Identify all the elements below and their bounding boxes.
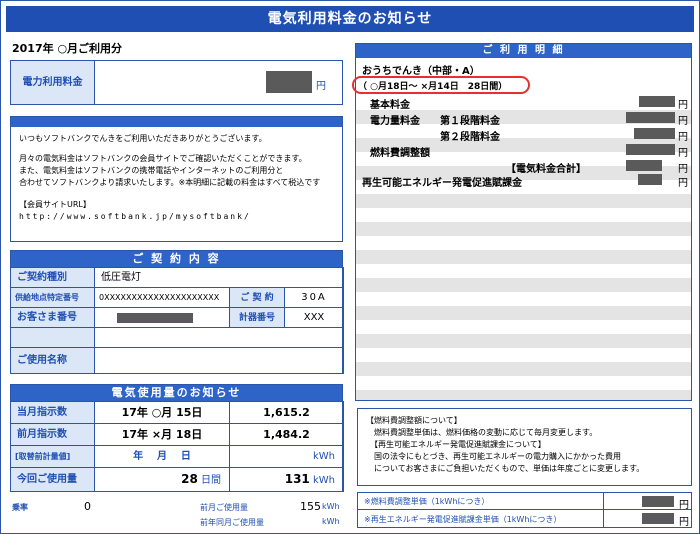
energy-charge-label: 電力量料金 [370, 116, 420, 127]
contract-type-label: ご契約種別 [17, 272, 67, 283]
stage2-label: 第２段階料金 [440, 132, 500, 143]
prev-usage-label: 前月ご使用量 [200, 503, 248, 512]
message-line-4: 合わせてソフトバンクより請求いたします。※本明細に記載の料金はすべて税込です [19, 178, 321, 187]
contract-amp-value: 30A [284, 287, 344, 308]
usage-box: 電気使用量のお知らせ 当月指示数 17年 ○月 15日 1,615.2 前月指示… [10, 384, 344, 492]
last-year-unit: kWh [322, 517, 340, 526]
fuel-note-title: 【燃料費調整額について】 [366, 416, 462, 425]
charge-unit: 円 [316, 81, 326, 92]
meter-number-label: 計器番号 [238, 313, 275, 323]
prev-usage-unit: kWh [322, 502, 340, 511]
message-line-2: 月々の電気料金はソフトバンクの会員サイトでご確認いただくことができます。 [19, 154, 307, 163]
current-reading-label: 当月指示数 [17, 407, 67, 418]
this-usage-value: 131 [284, 472, 310, 486]
notes-box: 【燃料費調整額について】 燃料費調整単価は、燃料価格の変動に応じて毎月変更します… [357, 408, 692, 486]
this-usage-unit: kWh [312, 475, 335, 486]
renewable-levy-label: 再生可能エネルギー発電促進賦課金 [362, 178, 522, 189]
meter-number-value: XXX [284, 307, 344, 328]
renew-note-text-2: についてお客さまにご負担いただくもので、単価は年度ごとに変更します。 [374, 464, 645, 473]
supply-point-value: 0XXXXXXXXXXXXXXXXXXXXX [94, 287, 230, 308]
plan-name: おうちでんき（中部・A） [362, 66, 480, 77]
rate-value: 0 [84, 500, 91, 513]
usage-header: 電気使用量のお知らせ [11, 385, 342, 401]
replace-reading-date: 年 月 日 [94, 445, 230, 468]
this-usage-days: 28 [181, 472, 198, 486]
current-reading-date: 17年 ○月 15日 [94, 401, 230, 424]
contract-amp-label: ご 契 約 [240, 293, 274, 303]
prev-usage-value: 155 [300, 500, 321, 513]
base-charge-label: 基本料金 [370, 100, 410, 111]
stage1-label: 第１段階料金 [440, 116, 500, 127]
fuel-note-text: 燃料費調整単価は、燃料価格の変動に応じて毎月変更します。 [374, 428, 598, 437]
this-usage-days-unit: 日間 [201, 475, 221, 486]
renew-note-text-1: 国の法令にもとづき、再生可能エネルギーの電力購入にかかった費用 [374, 452, 621, 461]
current-reading-value: 1,615.2 [229, 401, 344, 424]
supply-point-label: 供給地点特定番号 [15, 293, 79, 302]
this-usage-label: 今回ご使用量 [17, 474, 77, 485]
fuel-unit-rate-label: ※燃料費調整単価（1kWhにつき） [364, 497, 490, 506]
previous-reading-label: 前月指示数 [17, 429, 67, 440]
rate-label: 乗率 [12, 503, 28, 512]
previous-reading-value: 1,484.2 [229, 423, 344, 446]
customer-number-redacted [117, 313, 193, 323]
user-name-label: ご使用名称 [17, 355, 67, 366]
replace-reading-label: [取替前計量値] [15, 452, 71, 461]
customer-number-label: お客さま番号 [17, 312, 77, 323]
contract-box: ご 契 約 内 容 ご契約種別 低圧電灯 供給地点特定番号 0XXXXXXXXX… [10, 250, 344, 374]
charge-redacted [266, 71, 312, 93]
details-box: ご 利 用 明 細 おうちでんき（中部・A） （ ○月18日～ ×月14日 28… [352, 43, 692, 401]
renew-unit-rate-label: ※再生エネルギー発電促進賦課金単価（1kWhにつき） [364, 515, 562, 524]
total-label: 【電気料金合計】 [506, 164, 586, 175]
message-line-1: いつもソフトバンクでんきをご利用いただきありがとうございます。 [19, 134, 267, 143]
contract-type-value: 低圧電灯 [94, 267, 344, 288]
charge-label: 電力利用料金 [22, 77, 83, 88]
site-label: 【会員サイトURL】 [19, 200, 91, 209]
message-line-3: また、電気料金はソフトバンクの携帯電話やインターネットのご利用分と [19, 166, 284, 175]
replace-reading-unit: kWh [229, 445, 344, 468]
charge-box: 電力利用料金 円 [10, 60, 343, 105]
last-year-label: 前年同月ご使用量 [200, 518, 264, 527]
message-box: いつもソフトバンクでんきをご利用いただきありがとうございます。 月々の電気料金は… [10, 116, 343, 242]
period-range: （ ○月18日～ ×月14日 28日間） [358, 82, 508, 92]
previous-reading-date: 17年 ×月 18日 [94, 423, 230, 446]
contract-header: ご 契 約 内 容 [11, 251, 342, 267]
document-title: 電気利用料金のお知らせ [6, 6, 694, 32]
site-url[interactable]: http://www.softbank.jp/mysoftbank/ [19, 211, 334, 223]
renew-note-title: 【再生可能エネルギー発電促進賦課金について】 [370, 440, 546, 449]
details-header: ご 利 用 明 細 [356, 44, 691, 58]
billing-period: 2017年 ○月ご利用分 [12, 42, 123, 55]
fuel-adjust-label: 燃料費調整額 [370, 148, 430, 159]
unit-rate-box: ※燃料費調整単価（1kWhにつき） 円 ※再生エネルギー発電促進賦課金単価（1k… [357, 492, 692, 528]
